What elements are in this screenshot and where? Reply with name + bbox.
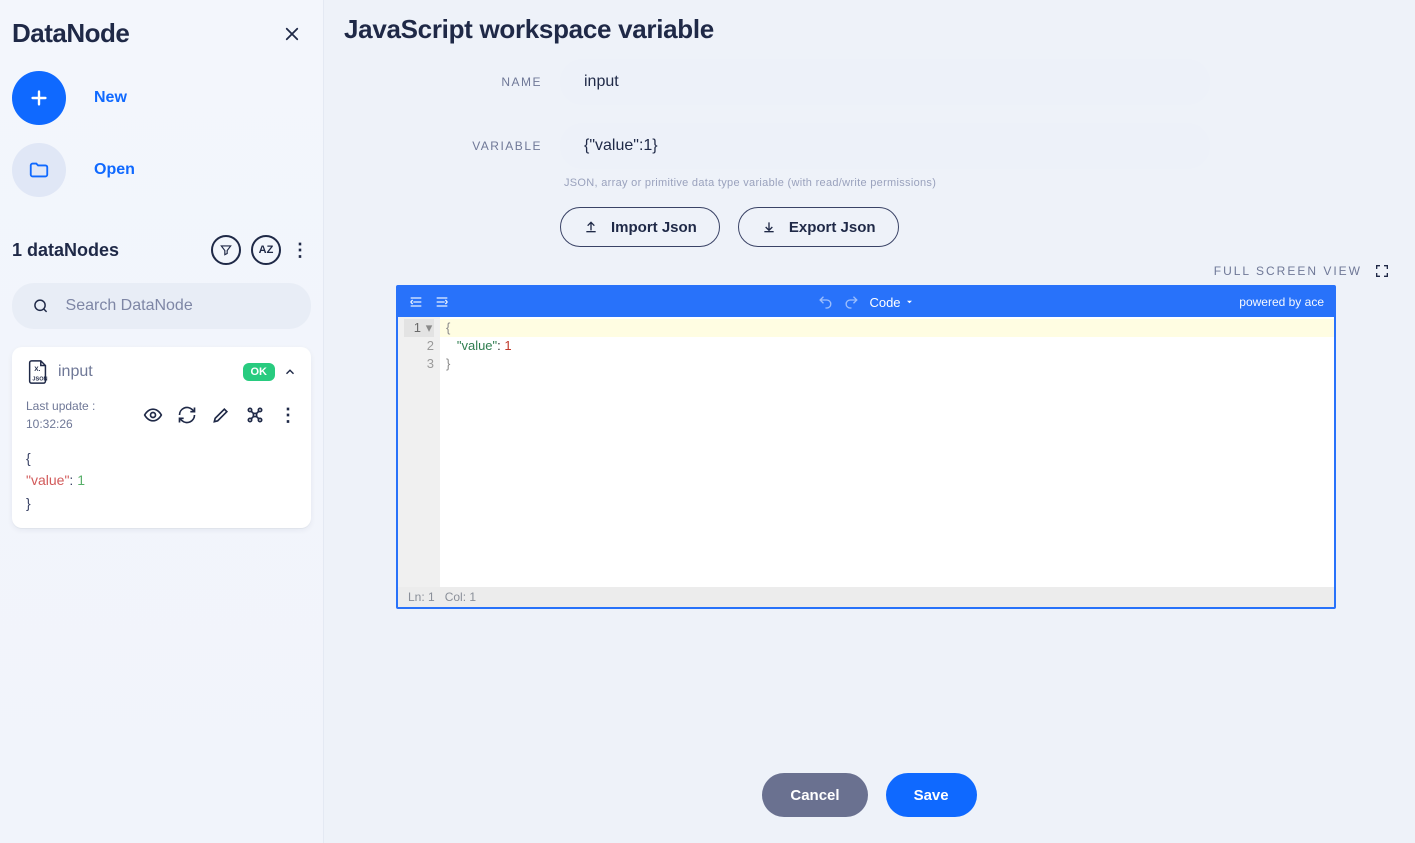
search-icon bbox=[32, 296, 50, 316]
search-field[interactable] bbox=[12, 283, 311, 329]
cancel-button[interactable]: Cancel bbox=[762, 773, 867, 817]
svg-text:X.: X. bbox=[34, 366, 40, 373]
datanode-card[interactable]: JSON X. input OK Last update : 10:32:26 bbox=[12, 347, 311, 528]
editor-code[interactable]: { "value": 1 } bbox=[440, 317, 1334, 587]
indent-right-icon[interactable] bbox=[434, 294, 450, 310]
svg-text:JSON: JSON bbox=[32, 376, 47, 382]
new-label: New bbox=[94, 89, 127, 107]
page-title: JavaScript workspace variable bbox=[344, 14, 1397, 45]
save-button[interactable]: Save bbox=[886, 773, 977, 817]
datanode-name: input bbox=[58, 363, 93, 381]
redo-icon[interactable] bbox=[843, 294, 859, 310]
filter-icon[interactable] bbox=[211, 235, 241, 265]
name-label: NAME bbox=[342, 59, 542, 89]
open-label: Open bbox=[94, 161, 135, 179]
export-json-button[interactable]: Export Json bbox=[738, 207, 899, 247]
import-json-label: Import Json bbox=[611, 219, 697, 236]
more-icon[interactable]: ⋮ bbox=[291, 241, 307, 259]
plus-icon bbox=[12, 71, 66, 125]
refresh-icon[interactable] bbox=[177, 405, 197, 425]
name-input[interactable] bbox=[582, 72, 1188, 92]
eye-icon[interactable] bbox=[143, 405, 163, 425]
download-icon bbox=[761, 219, 777, 235]
sort-az-icon[interactable]: AZ bbox=[251, 235, 281, 265]
search-input[interactable] bbox=[64, 296, 291, 316]
variable-label: VARIABLE bbox=[342, 123, 542, 153]
upload-icon bbox=[583, 219, 599, 235]
indent-left-icon[interactable] bbox=[408, 294, 424, 310]
variable-helper: JSON, array or primitive data type varia… bbox=[564, 177, 1210, 189]
folder-icon bbox=[12, 143, 66, 197]
status-badge: OK bbox=[243, 363, 276, 381]
card-more-icon[interactable]: ⋮ bbox=[279, 405, 297, 426]
undo-icon[interactable] bbox=[817, 294, 833, 310]
datanode-count: 1 dataNodes bbox=[12, 240, 119, 261]
variable-field-wrap[interactable] bbox=[560, 123, 1210, 169]
main-panel: JavaScript workspace variable NAME VARIA… bbox=[324, 0, 1415, 843]
open-button[interactable]: Open bbox=[12, 143, 311, 197]
new-button[interactable]: New bbox=[12, 71, 311, 125]
chevron-down-icon bbox=[905, 297, 915, 307]
code-menu[interactable]: Code bbox=[869, 295, 914, 310]
editor-status: Ln: 1 Col: 1 bbox=[398, 587, 1334, 607]
edit-icon[interactable] bbox=[211, 405, 231, 425]
sidebar-title: DataNode bbox=[12, 18, 129, 49]
last-update: Last update : 10:32:26 bbox=[26, 397, 95, 433]
fullscreen-icon[interactable] bbox=[1374, 263, 1390, 279]
json-file-icon: JSON X. bbox=[26, 359, 50, 385]
fullscreen-label: FULL SCREEN VIEW bbox=[1214, 264, 1362, 278]
code-editor[interactable]: Code powered by ace 1▾ 2 3 { "value": 1 … bbox=[396, 285, 1336, 609]
chevron-up-icon[interactable] bbox=[283, 365, 297, 379]
import-json-button[interactable]: Import Json bbox=[560, 207, 720, 247]
editor-credit: powered by ace bbox=[1239, 295, 1324, 309]
close-icon[interactable] bbox=[277, 19, 307, 49]
variable-input[interactable] bbox=[582, 136, 1188, 156]
sidebar: DataNode New bbox=[0, 0, 324, 843]
name-field-wrap[interactable] bbox=[560, 59, 1210, 105]
editor-gutter: 1▾ 2 3 bbox=[398, 317, 440, 587]
graph-icon[interactable] bbox=[245, 405, 265, 425]
export-json-label: Export Json bbox=[789, 219, 876, 236]
datanode-preview: { "value": 1 } bbox=[26, 447, 297, 514]
